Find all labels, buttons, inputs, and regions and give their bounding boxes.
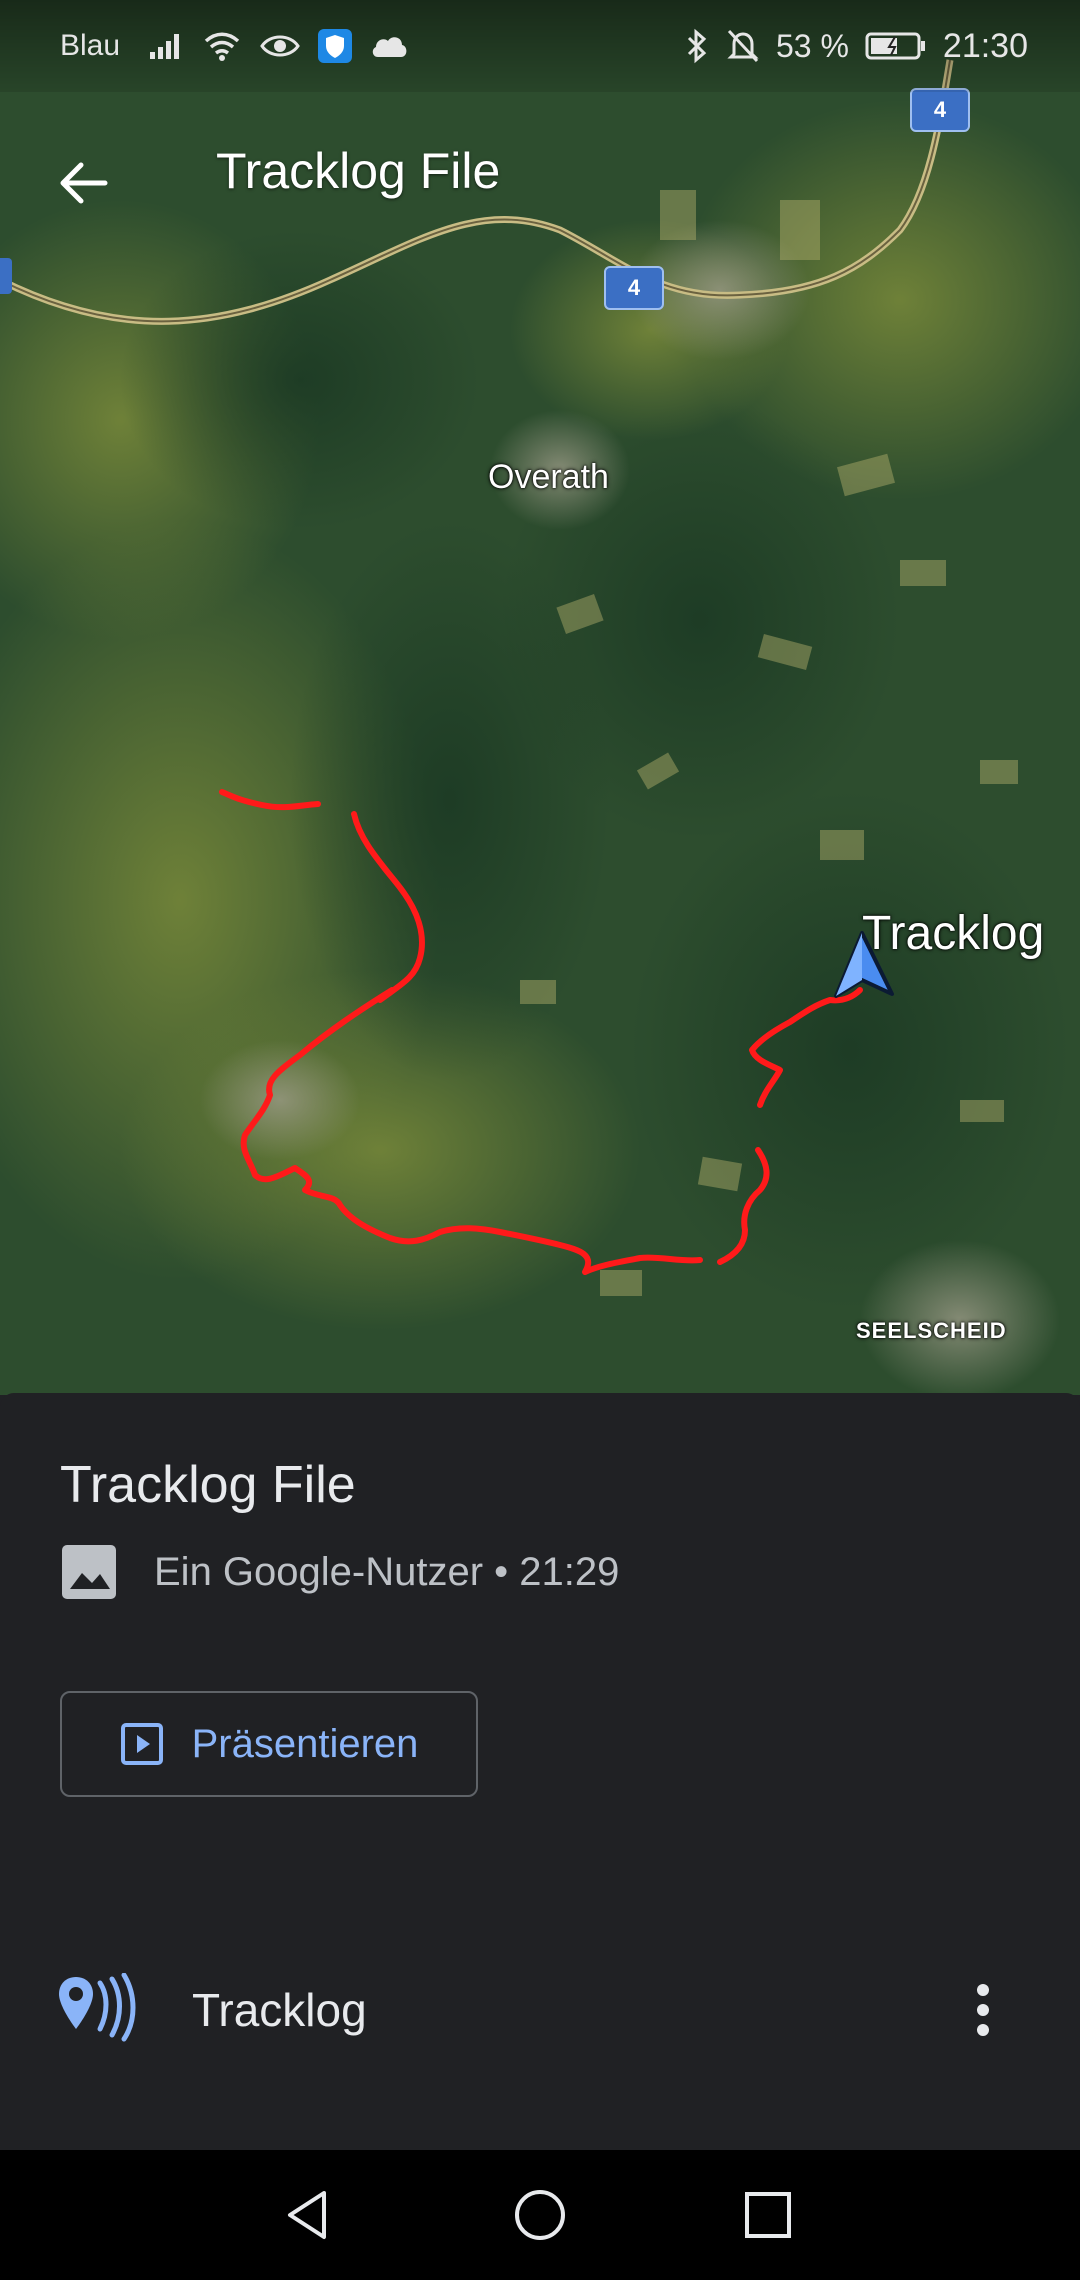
road-shield-a4: 4 bbox=[604, 266, 664, 310]
document-meta: Ein Google-Nutzer • 21:29 bbox=[60, 1543, 619, 1601]
road-shield-number: 4 bbox=[627, 275, 641, 300]
home-circle-icon bbox=[515, 2190, 565, 2240]
image-icon bbox=[62, 1545, 116, 1599]
status-bar: Blau 53 % 21:30 bbox=[0, 0, 1080, 92]
back-triangle-icon bbox=[288, 2191, 326, 2239]
more-dot-icon bbox=[977, 2024, 989, 2036]
town-label-overath: Overath bbox=[488, 458, 609, 496]
marker-label[interactable]: Tracklog bbox=[862, 906, 1044, 961]
recents-square-icon bbox=[745, 2192, 791, 2238]
document-title: Tracklog File bbox=[60, 1456, 356, 1514]
bottom-sheet: Tracklog File Ein Google-Nutzer • 21:29 … bbox=[0, 1393, 1080, 2150]
layer-label: Tracklog bbox=[192, 1984, 367, 2036]
clock: 21:30 bbox=[942, 26, 1028, 65]
shield-icon bbox=[318, 29, 353, 63]
more-dot-icon bbox=[977, 2004, 989, 2016]
eye-icon bbox=[260, 35, 300, 57]
bluetooth-icon bbox=[687, 28, 707, 64]
app-bar: Tracklog File bbox=[0, 110, 1080, 240]
battery-percent: 53 % bbox=[775, 27, 849, 64]
back-arrow-icon bbox=[60, 162, 108, 204]
region-label-seelscheid: SEELSCHEID bbox=[856, 1318, 1007, 1343]
author-and-time: Ein Google-Nutzer • 21:29 bbox=[154, 1549, 620, 1594]
wifi-icon bbox=[204, 32, 240, 61]
carrier-label: Blau bbox=[60, 29, 121, 62]
present-button-label: Präsentieren bbox=[191, 1721, 419, 1766]
system-nav-bar bbox=[0, 2150, 1080, 2280]
nav-back-button[interactable] bbox=[258, 2165, 358, 2265]
battery-icon bbox=[865, 32, 925, 60]
more-dot-icon bbox=[977, 1984, 989, 1996]
present-button[interactable]: Präsentieren bbox=[60, 1691, 478, 1797]
layer-item-tracklog[interactable]: Tracklog bbox=[0, 1943, 1080, 2073]
nav-recents-button[interactable] bbox=[718, 2165, 818, 2265]
cloud-icon bbox=[372, 37, 407, 57]
more-options-button[interactable] bbox=[948, 1965, 1018, 2055]
road-shield-edge bbox=[0, 258, 12, 294]
present-play-icon bbox=[120, 1723, 163, 1765]
back-button[interactable] bbox=[40, 140, 126, 226]
page-title: Tracklog File bbox=[216, 143, 501, 199]
signal-icon bbox=[150, 34, 180, 59]
nav-home-button[interactable] bbox=[490, 2165, 590, 2265]
mute-icon bbox=[727, 29, 759, 63]
tracklog-layer-icon bbox=[59, 1973, 136, 2042]
